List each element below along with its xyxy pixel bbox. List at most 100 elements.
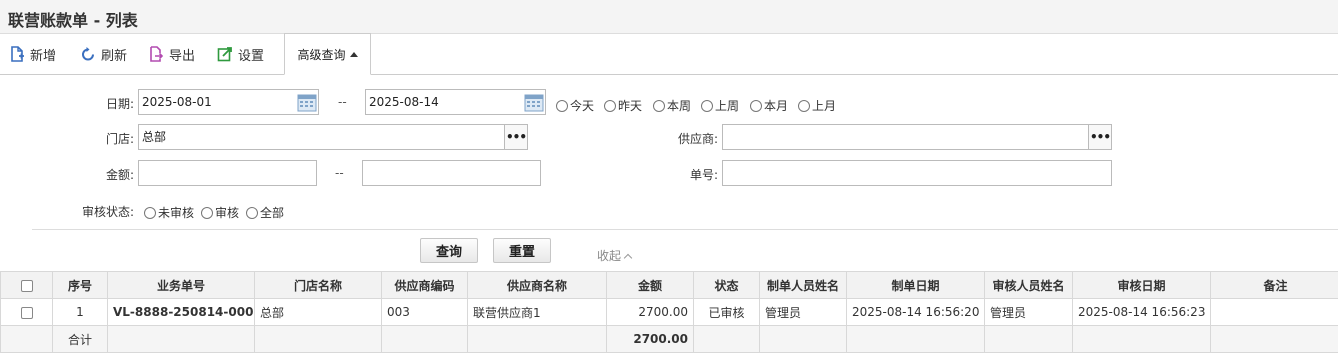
created-at-cell: 2025-08-14 16:56:20 <box>846 298 985 326</box>
radio-yesterday-label: 昨天 <box>618 99 643 113</box>
audited-at-cell: 2025-08-14 16:56:23 <box>1072 298 1211 326</box>
summary-blank <box>693 325 760 353</box>
store-value: 总部 <box>142 130 167 144</box>
export-icon <box>150 46 164 62</box>
settings-label: 设置 <box>238 48 265 64</box>
radio-today-label: 今天 <box>570 99 595 113</box>
column-header[interactable]: 状态 <box>693 271 760 299</box>
radio-audited[interactable]: 审核 <box>201 204 239 221</box>
supplier-name-cell: 联营供应商1 <box>467 298 607 326</box>
amount-range-separator: -- <box>335 166 344 180</box>
toolbar: 新增 刷新 导出 设置 高级查询 <box>0 33 1338 75</box>
column-header[interactable]: 审核日期 <box>1072 271 1211 299</box>
store-picker-button[interactable]: ••• <box>504 125 527 149</box>
summary-blank <box>846 325 985 353</box>
table-row[interactable]: 1 VL-8888-250814-0002 总部 003 联营供应商1 2700… <box>0 298 1338 326</box>
radio-last-month-label: 上月 <box>812 99 837 113</box>
radio-last-week[interactable]: 上周 <box>701 97 739 114</box>
column-header[interactable]: 审核人员姓名 <box>984 271 1073 299</box>
column-header[interactable]: 门店名称 <box>254 271 382 299</box>
column-header[interactable]: 序号 <box>52 271 108 299</box>
doc-no-link[interactable]: VL-8888-250814-0002 <box>107 298 255 326</box>
summary-blank <box>467 325 607 353</box>
radio-unaudited[interactable]: 未审核 <box>144 204 194 221</box>
row-index: 1 <box>52 298 108 326</box>
advanced-query-label: 高级查询 <box>297 47 346 62</box>
date-to-value: 2025-08-14 <box>369 95 439 109</box>
docno-label: 单号: <box>689 168 718 182</box>
summary-amount: 2700.00 <box>606 325 694 353</box>
amount-to-input[interactable] <box>362 160 541 186</box>
select-all-header[interactable] <box>0 271 53 299</box>
summary-blank <box>254 325 382 353</box>
reset-button[interactable]: 重置 <box>493 238 551 263</box>
audit-status-label: 审核状态: <box>81 205 134 219</box>
radio-this-month-label: 本月 <box>764 99 789 113</box>
radio-all[interactable]: 全部 <box>246 204 284 221</box>
chevron-up-icon <box>623 253 633 262</box>
calendar-icon[interactable] <box>524 92 544 112</box>
calendar-icon[interactable] <box>297 92 317 112</box>
results-table: 序号 业务单号 门店名称 供应商编码 供应商名称 金额 状态 制单人员姓名 制单… <box>0 271 1338 353</box>
radio-audited-label: 审核 <box>215 206 240 220</box>
radio-this-week-label: 本周 <box>667 99 692 113</box>
date-from-input[interactable]: 2025-08-01 <box>138 89 319 115</box>
radio-today[interactable]: 今天 <box>556 97 594 114</box>
new-label: 新增 <box>30 48 57 64</box>
status-cell: 已审核 <box>693 298 760 326</box>
page-title: 联营账款单 - 列表 <box>8 11 138 30</box>
column-header[interactable]: 业务单号 <box>107 271 255 299</box>
new-button[interactable]: 新增 <box>9 34 56 74</box>
amount-cell: 2700.00 <box>606 298 694 326</box>
summary-blank <box>1072 325 1211 353</box>
settings-icon <box>217 47 232 62</box>
auditor-cell: 管理员 <box>984 298 1073 326</box>
remark-cell <box>1210 298 1338 326</box>
column-header[interactable]: 供应商编码 <box>381 271 468 299</box>
caret-up-icon <box>349 51 358 57</box>
table-header-row: 序号 业务单号 门店名称 供应商编码 供应商名称 金额 状态 制单人员姓名 制单… <box>0 271 1338 299</box>
summary-blank <box>107 325 255 353</box>
column-header[interactable]: 供应商名称 <box>467 271 607 299</box>
title-bar: 联营账款单 - 列表 <box>0 0 1338 34</box>
radio-this-month[interactable]: 本月 <box>750 97 788 114</box>
column-header[interactable]: 制单人员姓名 <box>759 271 847 299</box>
export-label: 导出 <box>169 48 196 64</box>
row-checkbox[interactable] <box>20 306 33 319</box>
column-header[interactable]: 制单日期 <box>846 271 985 299</box>
supplier-label: 供应商: <box>677 132 718 146</box>
summary-blank <box>0 325 53 353</box>
collapse-label: 收起 <box>597 249 622 263</box>
export-button[interactable]: 导出 <box>148 34 195 74</box>
creator-cell: 管理员 <box>759 298 847 326</box>
date-from-value: 2025-08-01 <box>142 95 212 109</box>
supplier-picker-button[interactable]: ••• <box>1088 125 1111 149</box>
store-label: 门店: <box>105 132 134 146</box>
radio-unaudited-label: 未审核 <box>158 206 195 220</box>
summary-blank <box>759 325 847 353</box>
radio-last-month[interactable]: 上月 <box>798 97 836 114</box>
collapse-toggle[interactable]: 收起 <box>597 247 633 264</box>
amount-label: 金额: <box>105 168 134 182</box>
docno-input[interactable] <box>722 160 1112 186</box>
new-doc-icon <box>11 46 24 62</box>
settings-button[interactable]: 设置 <box>217 34 264 74</box>
store-input[interactable]: 总部 ••• <box>138 124 528 150</box>
refresh-button[interactable]: 刷新 <box>80 34 127 74</box>
supplier-code-cell: 003 <box>381 298 468 326</box>
radio-yesterday[interactable]: 昨天 <box>604 97 642 114</box>
supplier-input[interactable]: ••• <box>722 124 1112 150</box>
column-header[interactable]: 金额 <box>606 271 694 299</box>
query-button[interactable]: 查询 <box>420 238 478 263</box>
advanced-query-tab[interactable]: 高级查询 <box>284 33 371 75</box>
amount-from-input[interactable] <box>138 160 317 186</box>
radio-all-label: 全部 <box>260 206 285 220</box>
date-to-input[interactable]: 2025-08-14 <box>365 89 546 115</box>
select-all-checkbox[interactable] <box>20 279 33 292</box>
refresh-icon <box>82 47 94 61</box>
column-header[interactable]: 备注 <box>1210 271 1338 299</box>
row-select-cell[interactable] <box>0 298 53 326</box>
refresh-label: 刷新 <box>101 48 128 64</box>
date-range-separator: -- <box>338 95 347 109</box>
radio-this-week[interactable]: 本周 <box>653 97 691 114</box>
